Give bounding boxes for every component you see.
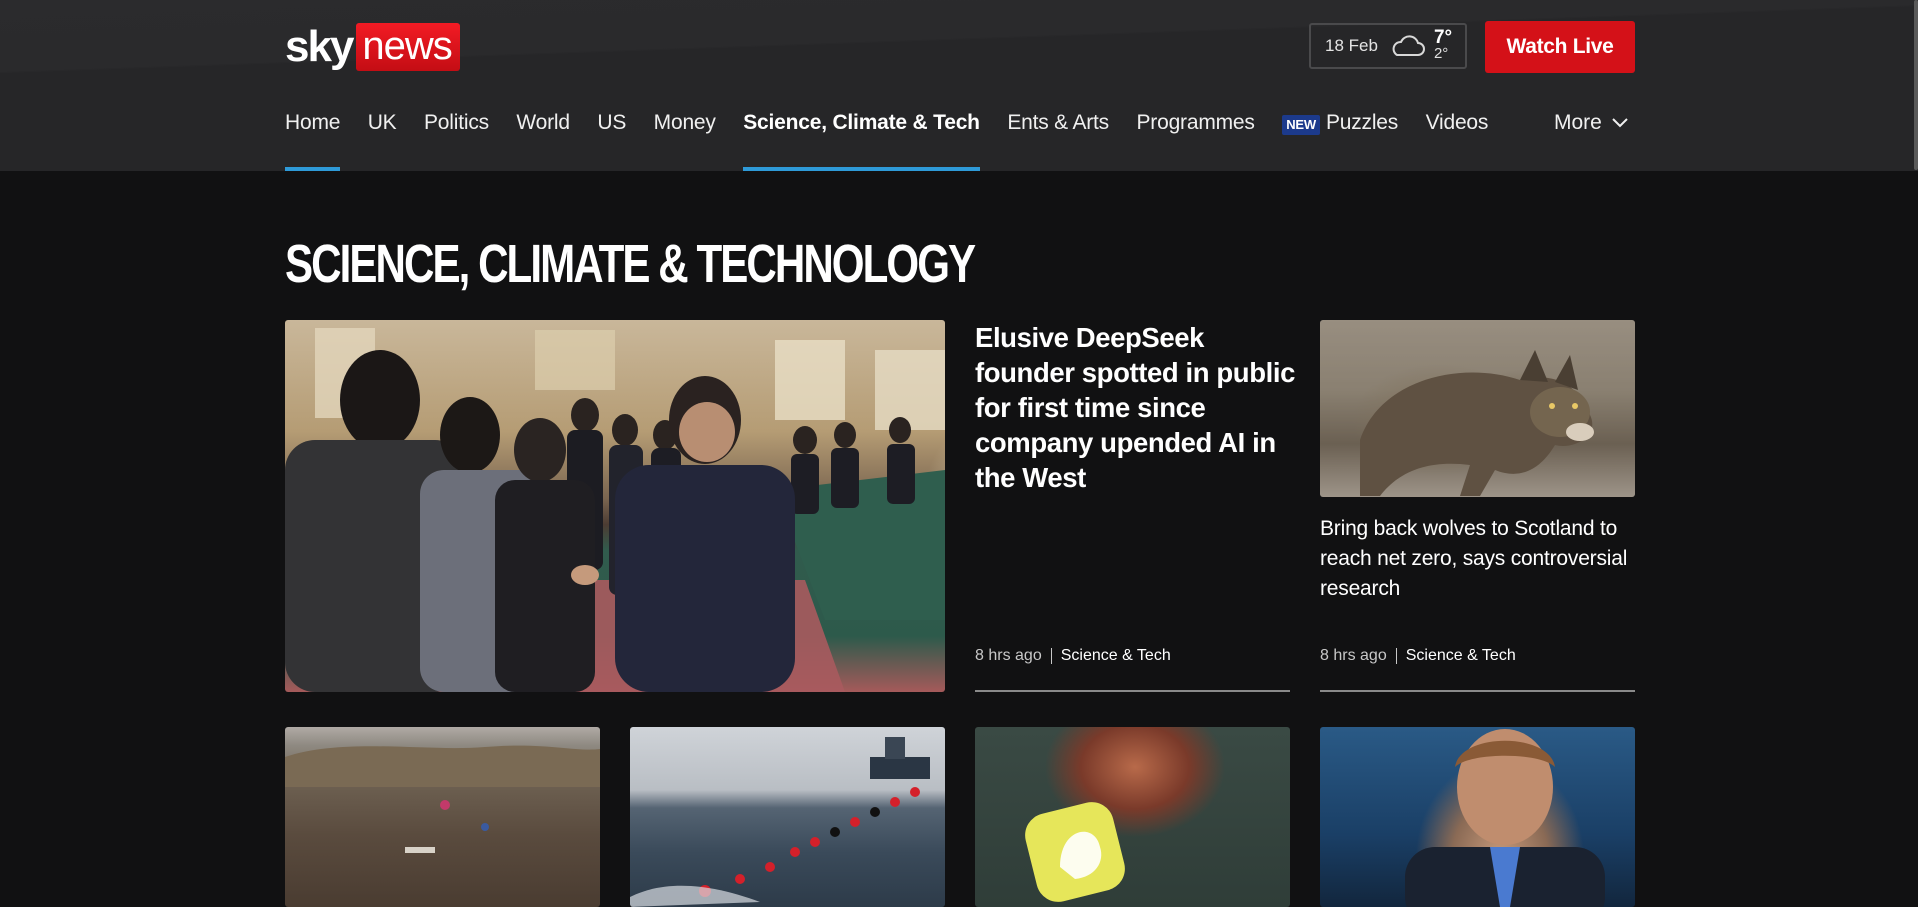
nav-item-label: Science, Climate & Tech (743, 111, 980, 134)
snapchat-photo-illustration (1025, 802, 1125, 902)
nav-item-us[interactable]: US (597, 110, 626, 171)
scrollbar-thumb[interactable] (1914, 0, 1918, 170)
nav-item-label: World (516, 111, 570, 134)
wolf-story-image[interactable] (1320, 320, 1635, 497)
weather-high: 7° (1433, 27, 1453, 48)
sea-cable-photo-illustration (630, 737, 930, 907)
story-thumbnail-snapchat[interactable] (975, 727, 1290, 907)
side-story-meta: 8 hrs ago Science & Tech (1320, 647, 1516, 665)
sky-news-logo[interactable]: sky news (285, 22, 460, 72)
nav-item-politics[interactable]: Politics (424, 110, 489, 171)
nav-item-science-climate-tech[interactable]: Science, Climate & Tech (743, 110, 980, 171)
lead-photo-illustration (285, 328, 945, 692)
lead-story-image[interactable] (285, 320, 945, 692)
side-story-divider (1320, 690, 1635, 692)
nav-item-puzzles[interactable]: NEW Puzzles (1282, 110, 1398, 171)
story-thumbnail-landfill[interactable] (285, 727, 600, 907)
cloud-icon (1392, 35, 1425, 56)
chevron-down-icon (1612, 118, 1628, 128)
nav-item-money[interactable]: Money (654, 110, 716, 171)
logo-sky-text: sky (285, 22, 354, 71)
nav-item-label: US (597, 111, 627, 134)
nav-item-label: UK (367, 111, 397, 134)
nav-item-label: Videos (1425, 111, 1489, 134)
politician-photo-illustration (1405, 729, 1605, 907)
new-badge: NEW (1282, 115, 1320, 135)
meta-divider (1050, 648, 1052, 664)
side-story-headline[interactable]: Bring back wolves to Scotland to reach n… (1320, 514, 1640, 604)
nav-item-label: Ents & Arts (1007, 111, 1109, 134)
nav-active-underline (285, 167, 341, 171)
nav-item-programmes[interactable]: Programmes (1137, 110, 1255, 171)
nav-item-videos[interactable]: Videos (1426, 110, 1489, 171)
landfill-photo-illustration (285, 745, 600, 853)
site-header: sky news 18 Feb 7° 2° Watch Live Home UK… (0, 0, 1918, 171)
nav-item-label: Politics (424, 111, 489, 134)
page-title: SCIENCE, CLIMATE & TECHNOLOGY (285, 234, 976, 294)
wolf-photo-illustration (1320, 320, 1635, 497)
meta-divider (1395, 648, 1397, 664)
weather-low: 2° (1433, 45, 1449, 62)
nav-item-world[interactable]: World (516, 110, 570, 171)
lead-story-meta: 8 hrs ago Science & Tech (975, 647, 1171, 665)
logo-news-text: news (356, 23, 460, 71)
lead-story-divider (975, 690, 1290, 692)
side-story-category[interactable]: Science & Tech (1406, 647, 1516, 665)
watch-live-button[interactable]: Watch Live (1485, 21, 1635, 73)
lead-story-headline[interactable]: Elusive DeepSeek founder spotted in publ… (975, 320, 1295, 495)
weather-date: 18 Feb (1325, 36, 1378, 55)
nav-item-label: Home (285, 111, 341, 134)
lead-story-time: 8 hrs ago (975, 647, 1042, 664)
weather-temps: 7° 2° (1433, 27, 1453, 62)
main-nav: Home UK Politics World US Money Science,… (285, 110, 1516, 171)
side-story-time: 8 hrs ago (1320, 647, 1387, 664)
nav-active-underline (743, 167, 980, 171)
weather-widget[interactable]: 18 Feb 7° 2° (1309, 23, 1467, 69)
nav-item-label: Puzzles (1325, 111, 1399, 134)
nav-item-home[interactable]: Home (285, 110, 340, 171)
nav-more-button[interactable]: More (1554, 110, 1628, 136)
nav-item-label: Money (653, 111, 716, 134)
nav-item-ents-arts[interactable]: Ents & Arts (1007, 110, 1109, 171)
story-thumbnail-politician[interactable] (1320, 727, 1635, 907)
nav-more-label: More (1554, 111, 1602, 134)
nav-item-label: Programmes (1136, 111, 1255, 134)
lead-story-category[interactable]: Science & Tech (1061, 647, 1171, 665)
story-thumbnail-sea-cable[interactable] (630, 727, 945, 907)
nav-item-uk[interactable]: UK (368, 110, 397, 171)
